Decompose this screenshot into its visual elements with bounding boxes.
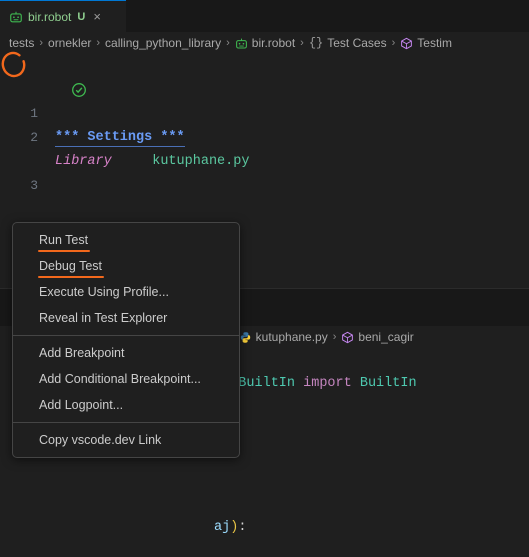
menu-item-add-breakpoint[interactable]: Add Breakpoint xyxy=(13,340,239,366)
breadcrumb-separator: › xyxy=(96,37,101,49)
menu-item-label: Debug Test xyxy=(37,253,105,279)
menu-item-label: Add Conditional Breakpoint... xyxy=(39,372,201,386)
close-icon[interactable]: × xyxy=(93,10,101,23)
section-header-settings: *** Settings *** xyxy=(55,130,185,147)
menu-item-label: Add Logpoint... xyxy=(39,398,124,412)
breadcrumb: tests › ornekler › calling_python_librar… xyxy=(0,32,529,54)
line-number: 2 xyxy=(30,130,38,145)
menu-item-add-conditional-breakpoint[interactable]: Add Conditional Breakpoint... xyxy=(13,366,239,392)
code-line[interactable]: aj): xyxy=(0,492,529,535)
menu-item-label: Run Test xyxy=(37,227,91,253)
robot-icon xyxy=(9,10,23,24)
menu-item-label: Copy vscode.dev Link xyxy=(39,433,162,447)
menu-item-add-logpoint[interactable]: Add Logpoint... xyxy=(13,392,239,418)
editor-tab-unsaved-badge: U xyxy=(77,10,86,23)
code-text: es.BuiltIn import BuiltIn xyxy=(214,376,417,391)
context-menu[interactable]: Run Test Debug Test Execute Using Profil… xyxy=(12,222,240,458)
robot-icon xyxy=(235,37,248,50)
menu-item-run-test[interactable]: Run Test xyxy=(13,227,239,253)
menu-item-label: Reveal in Test Explorer xyxy=(39,311,168,325)
test-pass-check-icon[interactable] xyxy=(6,58,86,97)
code-text: aj): xyxy=(214,520,247,535)
menu-item-copy-vscode-dev-link[interactable]: Copy vscode.dev Link xyxy=(13,427,239,453)
breadcrumb-item-ornekler[interactable]: ornekler xyxy=(48,36,91,50)
code-line[interactable]: 3 xyxy=(0,150,529,193)
editor-tab-bir-robot[interactable]: bir.robot U × xyxy=(0,0,126,32)
code-line-current[interactable]: \u00e7a\u011f\u0131rd\u0131\u011f\u0131n… xyxy=(0,540,529,557)
code-line[interactable]: 2 Library kutuphane.py xyxy=(0,102,529,169)
breadcrumb-separator: › xyxy=(226,37,230,49)
menu-item-execute-using-profile[interactable]: Execute Using Profile... xyxy=(13,279,239,305)
editor-tab-bar: bir.robot U × xyxy=(0,0,529,32)
breadcrumb-separator: › xyxy=(332,331,337,343)
menu-item-label: Execute Using Profile... xyxy=(39,285,169,299)
code-line[interactable]: 4 *** Variables *** xyxy=(0,198,529,267)
code-line[interactable]: 1 *** Settings *** xyxy=(0,54,529,147)
menu-item-debug-test[interactable]: Debug Test xyxy=(13,253,239,279)
menu-separator xyxy=(13,335,239,336)
menu-separator xyxy=(13,422,239,423)
breadcrumb-item-test-cases[interactable]: Test Cases xyxy=(327,36,386,50)
breadcrumb-item-beni-cagir[interactable]: beni_cagir xyxy=(358,330,413,344)
breadcrumb-item-bir-robot[interactable]: bir.robot xyxy=(252,36,295,50)
code-text: *** Settings *** xyxy=(55,126,185,150)
menu-item-label: Add Breakpoint xyxy=(39,346,125,360)
token-class-builtin: BuiltIn xyxy=(359,376,417,391)
line-number: 3 xyxy=(30,178,38,193)
breadcrumb-separator: › xyxy=(39,37,44,49)
python-icon xyxy=(239,331,252,344)
breadcrumb-item-testim[interactable]: Testim xyxy=(417,36,452,50)
breadcrumb-item-tests[interactable]: tests xyxy=(9,36,34,50)
vscode-window: bir.robot U × tests › ornekler › calling… xyxy=(0,0,529,557)
token-import-keyword: import xyxy=(303,376,352,391)
editor-tab-label: bir.robot xyxy=(28,9,72,24)
breadcrumb-item-calling-python-library[interactable]: calling_python_library xyxy=(105,36,221,50)
cube-icon xyxy=(341,331,354,344)
menu-item-reveal-in-test-explorer[interactable]: Reveal in Test Explorer xyxy=(13,305,239,331)
cube-icon xyxy=(400,37,413,50)
braces-icon: {} xyxy=(308,36,324,50)
breadcrumb-separator: › xyxy=(300,37,304,49)
breadcrumb-separator: › xyxy=(391,37,396,49)
breadcrumb-item-kutuphane-py[interactable]: kutuphane.py xyxy=(256,330,328,344)
